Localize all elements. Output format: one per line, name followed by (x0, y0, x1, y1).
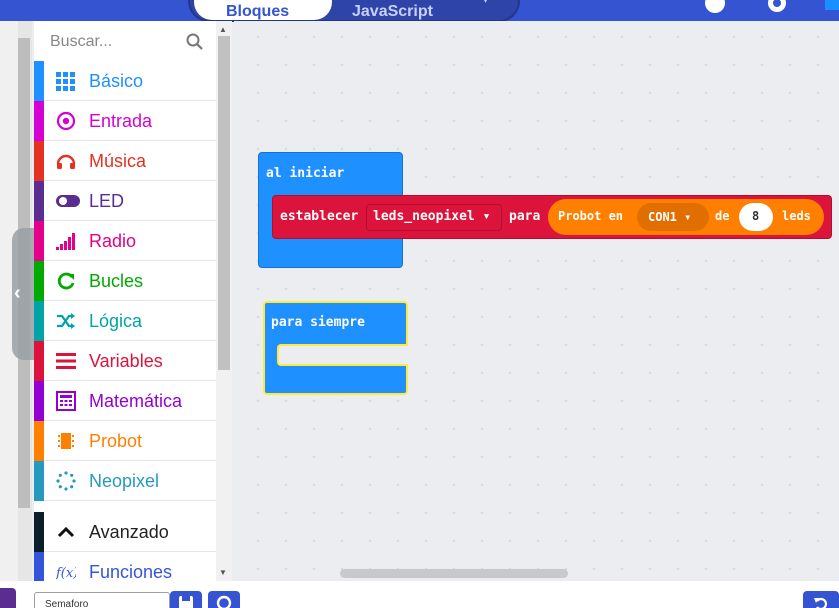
category-label: Matemática (89, 391, 183, 411)
to-label: para (509, 209, 541, 224)
chevron-up-icon (57, 526, 75, 538)
category-color-bar (34, 381, 44, 421)
category-neopixel[interactable]: Neopixel (34, 461, 216, 501)
category-color-bar (34, 341, 44, 381)
signal-bars-icon (56, 233, 75, 250)
chevron-left-icon[interactable]: ‹ (14, 282, 21, 305)
category-label: Lógica (89, 311, 143, 331)
category-label: Radio (89, 231, 137, 251)
workspace-horizontal-scrollbar[interactable] (340, 569, 568, 578)
editor-mode-toggle: Bloques JavaScript ▾ (188, 0, 520, 22)
of-label: de (715, 209, 730, 223)
leds-label: leds (782, 209, 811, 223)
category-probot[interactable]: Probot (34, 421, 216, 461)
category-label: Avanzado (89, 522, 169, 542)
calculator-icon (56, 391, 76, 411)
tab-javascript[interactable]: JavaScript (352, 0, 462, 20)
tab-blocks-label: Bloques (226, 3, 290, 20)
category-led[interactable]: LED (34, 181, 216, 221)
category-avanzado[interactable]: Avanzado (34, 512, 216, 552)
category-label: Entrada (89, 111, 153, 131)
scroll-down-icon[interactable]: ▼ (219, 568, 227, 577)
grid-icon (56, 72, 75, 91)
led-count-value[interactable]: 8 (752, 209, 759, 223)
project-name-input[interactable]: Semaforo (34, 592, 170, 608)
forever-empty-slot[interactable] (277, 344, 408, 366)
category-matematica[interactable]: Matemática (34, 381, 216, 421)
variable-name[interactable]: leds_neopixel ▾ (373, 209, 490, 224)
top-right-indicator (825, 0, 839, 10)
save-button[interactable] (170, 591, 202, 608)
port-value-text: CON1 (648, 210, 677, 224)
shuffle-icon (57, 313, 75, 329)
forever-label: para siempre (271, 315, 365, 330)
category-label: Básico (89, 71, 144, 91)
category-label: Funciones (89, 562, 173, 582)
category-label: Bucles (89, 271, 144, 291)
category-basico[interactable]: Básico (34, 61, 216, 101)
undo-icon (814, 597, 828, 608)
category-color-bar (34, 421, 44, 461)
floppy-disk-icon (179, 596, 193, 608)
on-start-label: al iniciar (266, 166, 345, 181)
category-label: Variables (89, 351, 163, 371)
category-color-bar (34, 221, 44, 261)
category-musica[interactable]: Música (34, 141, 216, 181)
category-entrada[interactable]: Entrada (34, 101, 216, 141)
tab-javascript-label: JavaScript (352, 3, 433, 20)
category-label: Probot (89, 431, 143, 451)
project-name-text: Semaforo (45, 599, 89, 608)
chevron-down-icon: ▾ (482, 209, 491, 224)
github-icon (216, 595, 232, 608)
toolbox-scrollbar-thumb[interactable] (218, 36, 230, 370)
makecode-editor: Bloques JavaScript ▾ ‹ Buscar... Básico … (0, 0, 839, 608)
gear-icon[interactable] (766, 0, 788, 14)
set-label: establecer (280, 209, 359, 224)
category-color-bar (34, 141, 44, 181)
category-color-bar (34, 261, 44, 301)
function-icon: f(x) (56, 566, 76, 581)
toolbox: Buscar... Básico Entrada Música LED Radi… (34, 21, 216, 592)
category-label: Música (89, 151, 147, 171)
target-icon (56, 111, 76, 131)
category-variables[interactable]: Variables (34, 341, 216, 381)
search-icon[interactable] (186, 33, 204, 51)
list-lines-icon (56, 353, 76, 369)
toggle-icon (56, 195, 80, 207)
category-label: LED (89, 191, 125, 211)
category-bucles[interactable]: Bucles (34, 261, 216, 301)
category-label: Neopixel (89, 471, 160, 491)
probot-label: Probot en (558, 209, 624, 223)
scroll-up-icon[interactable]: ▲ (219, 25, 227, 34)
category-color-bar (34, 301, 44, 341)
download-button[interactable] (0, 588, 16, 608)
dotted-ring-icon (56, 471, 76, 491)
port-value[interactable]: CON1 ▾ (648, 210, 691, 224)
svg-text:f(x): f(x) (56, 566, 76, 581)
chevron-down-icon[interactable]: ▾ (482, 0, 498, 6)
github-button[interactable] (208, 591, 240, 608)
category-logica[interactable]: Lógica (34, 301, 216, 341)
chip-icon (58, 433, 74, 449)
undo-button[interactable] (803, 591, 839, 608)
refresh-icon (57, 272, 75, 290)
search-input[interactable]: Buscar... (50, 33, 112, 51)
toolbox-search[interactable]: Buscar... (34, 21, 216, 61)
chevron-down-icon: ▾ (684, 210, 692, 224)
category-color-bar (34, 512, 44, 552)
category-color-bar (34, 461, 44, 501)
headphones-icon (56, 154, 76, 169)
help-icon[interactable] (704, 0, 726, 14)
category-color-bar (34, 181, 44, 221)
tab-blocks[interactable]: Bloques (194, 0, 332, 20)
variable-name-text: leds_neopixel (373, 209, 475, 224)
category-color-bar (34, 101, 44, 141)
category-color-bar (34, 61, 44, 101)
category-radio[interactable]: Radio (34, 221, 216, 261)
